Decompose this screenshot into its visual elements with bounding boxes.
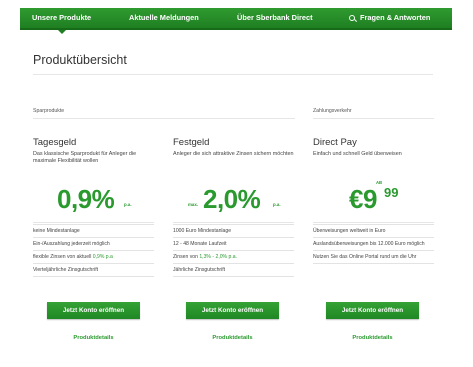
rate-value: 2,0%: [203, 184, 261, 214]
feature-item: 12 - 48 Monate Laufzeit: [173, 237, 294, 250]
page-title: Produktübersicht: [33, 53, 127, 67]
feature-highlight: 0,9% p.a: [92, 254, 113, 260]
main-nav: Unsere Produkte Aktuelle Meldungen Über …: [20, 8, 452, 34]
nav-item-fragen-antworten[interactable]: Fragen & Antworten: [349, 8, 430, 28]
rate-divider: [33, 222, 154, 223]
rate-suffix: p.a.: [124, 202, 132, 207]
product-card-tagesgeld: Tagesgeld Das klassische Sparprodukt für…: [33, 137, 154, 165]
feature-highlight: 1,3% - 2,0% p.a.: [199, 254, 238, 260]
feature-item: Vierteljährliche Zinsgutschrift: [33, 263, 154, 277]
section-divider-payments: [313, 118, 434, 119]
nav-item-aktuelle-meldungen[interactable]: Aktuelle Meldungen: [129, 8, 199, 28]
feature-list-festgeld: 1000 Euro Mindestanlage 12 - 48 Monate L…: [173, 224, 294, 277]
product-title: Festgeld: [173, 137, 210, 148]
feature-item: Überweisungen weltweit in Euro: [313, 224, 434, 237]
product-title: Tagesgeld: [33, 137, 77, 148]
rate-cents: 99: [384, 185, 399, 200]
feature-list-direct-pay: Überweisungen weltweit in Euro Auslandsü…: [313, 224, 434, 264]
product-description: Einfach und schnell Geld überweisen: [313, 151, 402, 157]
rate-prefix: max.: [188, 202, 199, 207]
nav-item-label: Unsere Produkte: [32, 13, 92, 22]
rate-display-festgeld: max. 2,0% p.a.: [173, 170, 294, 222]
feature-item: Jährliche Zinsgutschrift: [173, 263, 294, 277]
rate-display-direct-pay: AB €9 99: [313, 170, 434, 222]
title-divider: [33, 74, 433, 75]
feature-item: 1000 Euro Mindestanlage: [173, 224, 294, 237]
feature-text: flexible Zinsen von aktuell: [33, 254, 93, 260]
product-card-festgeld: Festgeld Anleger die sich attraktive Zin…: [173, 137, 294, 158]
product-details-link-festgeld[interactable]: Produktdetails: [186, 335, 279, 341]
rate-suffix: p.a.: [273, 202, 281, 207]
feature-item: Nutzen Sie das Online Portal rund um die…: [313, 250, 434, 264]
product-details-link-tagesgeld[interactable]: Produktdetails: [47, 335, 140, 341]
nav-item-unsere-produkte[interactable]: Unsere Produkte: [32, 8, 92, 34]
rate-value: 0,9%: [57, 184, 115, 214]
feature-text: Zinsen von: [173, 254, 200, 260]
open-account-button-festgeld[interactable]: Jetzt Konto eröffnen: [186, 302, 279, 319]
feature-item: Zinsen von 1,3% - 2,0% p.a.: [173, 250, 294, 263]
rate-divider: [173, 222, 294, 223]
feature-item: Auslandsüberweisungen bis 12.000 Euro mö…: [313, 237, 434, 250]
nav-item-label: Über Sberbank Direct: [237, 13, 313, 22]
open-account-button-direct-pay[interactable]: Jetzt Konto eröffnen: [326, 302, 419, 319]
product-card-direct-pay: Direct Pay Einfach und schnell Geld über…: [313, 137, 434, 158]
product-title: Direct Pay: [313, 137, 357, 148]
rate-value: €9: [349, 184, 377, 214]
product-description: Das klassische Sparprodukt für Anleger d…: [33, 151, 137, 164]
feature-item: flexible Zinsen von aktuell 0,9% p.a: [33, 250, 154, 263]
rate-divider: [313, 222, 434, 223]
feature-item: keine Mindestanlage: [33, 224, 154, 237]
nav-item-ueber-sberbank-direct[interactable]: Über Sberbank Direct: [237, 8, 313, 28]
open-account-button-tagesgeld[interactable]: Jetzt Konto eröffnen: [47, 302, 140, 319]
feature-list-tagesgeld: keine Mindestanlage Ein-/Auszahlung jede…: [33, 224, 154, 277]
product-details-link-direct-pay[interactable]: Produktdetails: [326, 335, 419, 341]
section-label-zahlungsverkehr: Zahlungsverkehr: [313, 108, 352, 114]
section-label-sparprodukte: Sparprodukte: [33, 108, 65, 114]
rate-display-tagesgeld: 0,9% p.a.: [33, 170, 154, 222]
nav-item-label: Aktuelle Meldungen: [129, 13, 199, 22]
feature-item: Ein-/Auszahlung jederzeit möglich: [33, 237, 154, 250]
section-divider-savings: [33, 118, 295, 119]
search-icon: [349, 15, 355, 21]
product-description: Anleger die sich attraktive Zinsen siche…: [173, 151, 294, 157]
nav-item-label: Fragen & Antworten: [360, 13, 431, 22]
